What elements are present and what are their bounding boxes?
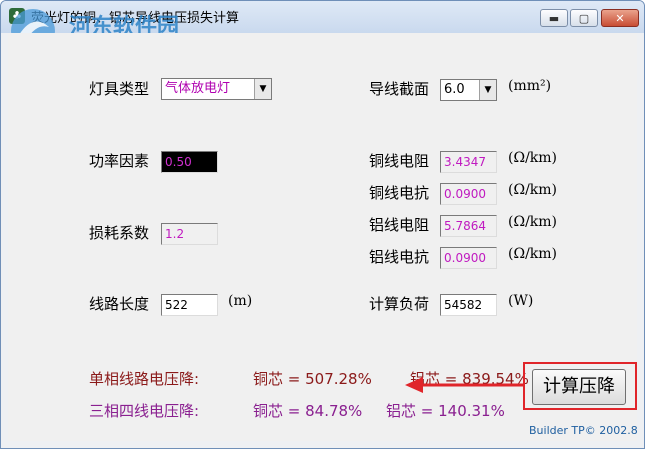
window-title: 荧光灯的铜、铝芯导线电压损失计算 [31, 11, 240, 26]
line-length-unit: (m) [228, 293, 253, 309]
cu-resistance-label: 铜线电阻 [369, 152, 430, 170]
al-resistance-field: 5.7864 [440, 215, 497, 237]
cu-reactance-label: 铜线电抗 [369, 184, 430, 202]
section-value: 6.0 [444, 82, 465, 97]
minimize-button[interactable]: ▬ [540, 9, 568, 27]
chevron-down-icon[interactable]: ▼ [479, 80, 496, 100]
al-reactance-unit: (Ω/km) [508, 246, 558, 262]
al-resistance-unit: (Ω/km) [508, 214, 558, 230]
lamp-type-select[interactable]: 气体放电灯 ▼ [161, 78, 272, 100]
line-length-label: 线路长度 [89, 295, 150, 313]
section-select[interactable]: 6.0 ▼ [440, 79, 497, 101]
close-button[interactable]: ✕ [601, 9, 639, 27]
al-reactance-field: 0.0900 [440, 247, 497, 269]
annotation-arrow-icon [405, 377, 523, 393]
calculate-button[interactable]: 计算压降 [532, 369, 626, 405]
three-phase-al: 铝芯 = 140.31% [386, 402, 505, 420]
maximize-button[interactable]: ▢ [570, 9, 598, 27]
section-unit: (mm²) [508, 78, 552, 94]
cu-reactance-field: 0.0900 [440, 183, 497, 205]
chevron-down-icon[interactable]: ▼ [254, 79, 271, 99]
cu-resistance-field: 3.4347 [440, 151, 497, 173]
app-icon: ♣ [9, 8, 25, 24]
power-factor-label: 功率因素 [89, 152, 150, 170]
three-phase-label: 三相四线电压降: [89, 402, 200, 420]
load-label: 计算负荷 [369, 295, 430, 313]
cu-reactance-unit: (Ω/km) [508, 182, 558, 198]
single-phase-cu: 铜芯 = 507.28% [253, 370, 372, 388]
lamp-type-label: 灯具类型 [89, 80, 150, 98]
title-bar[interactable]: ♣ 荧光灯的铜、铝芯导线电压损失计算 ▬ ▢ ✕ [1, 1, 644, 33]
load-input[interactable]: 54582 [440, 294, 497, 316]
single-phase-label: 单相线路电压降: [89, 370, 200, 388]
three-phase-cu: 铜芯 = 84.78% [253, 402, 363, 420]
al-resistance-label: 铝线电阻 [369, 216, 430, 234]
section-label: 导线截面 [369, 80, 430, 98]
load-unit: (W) [508, 293, 534, 309]
app-window: ♣ 荧光灯的铜、铝芯导线电压损失计算 ▬ ▢ ✕ 河东软件园 www.pc035… [0, 0, 645, 449]
builder-credit: Builder TP© 2002.8 [529, 424, 638, 437]
line-length-input[interactable]: 522 [161, 294, 218, 316]
cu-resistance-unit: (Ω/km) [508, 150, 558, 166]
al-reactance-label: 铝线电抗 [369, 248, 430, 266]
lamp-type-value: 气体放电灯 [165, 81, 231, 96]
loss-coef-label: 损耗系数 [89, 224, 150, 242]
loss-coef-field: 1.2 [161, 223, 218, 245]
power-factor-field[interactable]: 0.50 [161, 151, 218, 173]
